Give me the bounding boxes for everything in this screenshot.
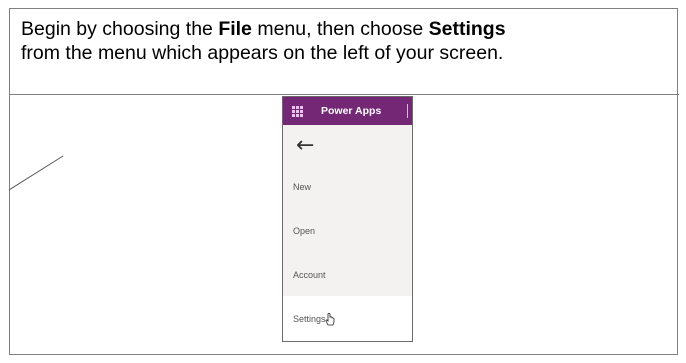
menu-item-settings-label: Settings <box>293 313 326 324</box>
settings-reference: Settings <box>428 18 506 40</box>
menu-item-settings[interactable]: Settings <box>283 296 412 341</box>
file-menu-reference: File <box>218 18 252 40</box>
instruction-text-line2: from the menu which appears on the left … <box>21 42 504 64</box>
back-arrow-icon[interactable]: ← <box>283 125 412 165</box>
app-header: Power Apps <box>283 97 412 125</box>
menu-item-account[interactable]: Account <box>283 253 412 297</box>
menu-item-open[interactable]: Open <box>283 209 412 253</box>
connector-line <box>9 155 64 191</box>
app-name: Power Apps <box>321 105 382 117</box>
instruction-text-part: Begin by choosing the <box>21 18 219 40</box>
power-apps-file-menu-screenshot: Power Apps ← New Open Account Settings <box>282 96 413 342</box>
instruction-text-part: menu, then choose <box>251 18 429 40</box>
menu-item-new[interactable]: New <box>283 165 412 209</box>
instruction-text: Begin by choosing the File menu, then ch… <box>10 9 679 95</box>
header-divider <box>407 104 408 118</box>
app-launcher-icon[interactable] <box>292 105 303 117</box>
hand-cursor-icon <box>325 313 335 326</box>
